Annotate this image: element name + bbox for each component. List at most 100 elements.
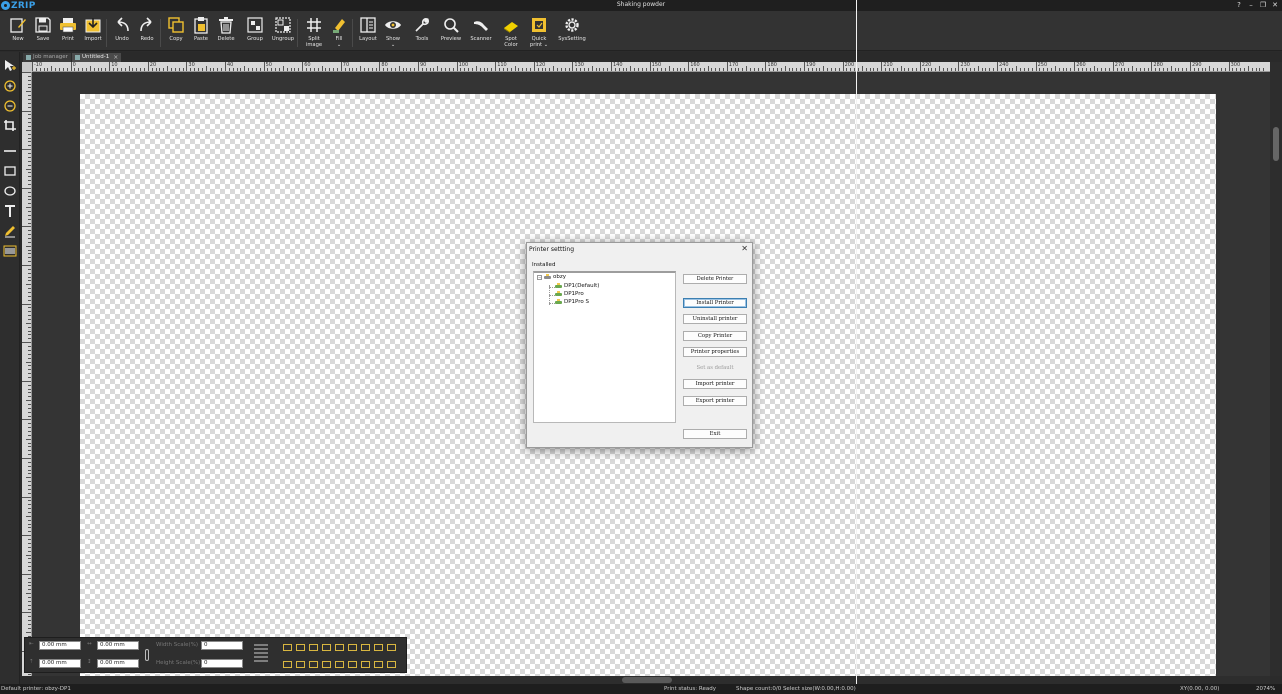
ellipse-tool[interactable] [3, 184, 17, 198]
tab-untitled-1[interactable]: Untitled-1 × [72, 53, 122, 62]
tree-node-printer[interactable]: DP1Pro [555, 291, 584, 297]
group-button[interactable]: Group [243, 16, 267, 50]
document-icon [75, 55, 80, 60]
ruler-tick [279, 68, 281, 71]
minimize-icon[interactable]: – [1247, 1, 1255, 9]
import-printer-button[interactable]: Import printer [683, 379, 747, 389]
sys-setting-button[interactable]: SysSetting [558, 16, 586, 50]
zoom-out-tool[interactable] [3, 99, 17, 113]
delete-button[interactable]: Delete [214, 16, 238, 50]
align-tool-icon[interactable] [385, 641, 396, 652]
ruler-tick [302, 62, 304, 71]
width-scale-field[interactable]: 0 [201, 641, 243, 650]
ruler-tick [22, 110, 31, 112]
dialog-close-icon[interactable]: ✕ [741, 244, 748, 253]
line-icon [4, 150, 16, 152]
tab-close-icon[interactable]: × [113, 53, 118, 62]
crop-tool[interactable] [3, 119, 17, 133]
paste-button[interactable]: Paste [189, 16, 213, 50]
align-tool-icon[interactable] [294, 658, 305, 669]
printer-tree[interactable]: − obzy DP1(Default) DP1Pro DP1Pro S [533, 271, 676, 423]
line-tool[interactable] [3, 144, 17, 158]
y-position-field[interactable]: 0.00 mm [39, 659, 81, 668]
undo-button[interactable]: Undo [110, 16, 134, 50]
align-tool-icon[interactable] [320, 641, 331, 652]
align-tool-icon[interactable] [346, 641, 357, 652]
align-tool-icon[interactable] [333, 658, 344, 669]
quick-print-button[interactable]: Quick print ⌄ [527, 16, 551, 50]
ruler-tick [113, 68, 115, 71]
vertical-guide-line[interactable] [856, 0, 857, 694]
show-button[interactable]: Show ⌄ [381, 16, 405, 50]
align-tool-icon[interactable] [359, 641, 370, 652]
group-icon [247, 17, 263, 33]
set-default-button[interactable]: Set as default [683, 363, 747, 373]
tools-button[interactable]: Tools [410, 16, 434, 50]
delete-printer-button[interactable]: Delete Printer [683, 274, 747, 284]
tab-job-manager[interactable]: Job manager [23, 53, 71, 62]
align-tool-icon[interactable] [281, 658, 292, 669]
spot-color-button[interactable]: Spot Color [499, 16, 523, 50]
print-button[interactable]: Print [56, 16, 80, 50]
ruler-tick [1070, 68, 1072, 71]
import-button[interactable]: Import [81, 16, 105, 50]
zoom-in-tool[interactable] [3, 79, 17, 93]
collapse-icon[interactable]: − [537, 274, 542, 280]
ruler-tick [1201, 68, 1203, 71]
align-tool-icon[interactable] [372, 641, 383, 652]
align-tool-icon[interactable] [281, 641, 292, 652]
align-tool-icon[interactable] [333, 641, 344, 652]
align-tool-icon[interactable] [307, 641, 318, 652]
pen-tool[interactable] [3, 224, 17, 238]
vertical-scroll-thumb[interactable] [1273, 127, 1279, 161]
install-printer-button[interactable]: Install Printer [683, 298, 747, 308]
align-tool-icon[interactable] [346, 658, 357, 669]
export-printer-button[interactable]: Export printer [683, 396, 747, 406]
align-tool-icon[interactable] [372, 658, 383, 669]
printer-properties-button[interactable]: Printer properties [683, 347, 747, 357]
exit-button[interactable]: Exit [683, 429, 747, 439]
tree-node-root[interactable]: − obzy [537, 274, 566, 280]
ruler-tick [776, 68, 778, 71]
layout-button[interactable]: Layout [356, 16, 380, 50]
help-icon[interactable]: ? [1235, 1, 1243, 9]
ruler-tick [969, 68, 971, 71]
align-tool-icon[interactable] [359, 658, 370, 669]
width-field[interactable]: 0.00 mm [97, 641, 139, 650]
redo-button[interactable]: Redo [135, 16, 159, 50]
horizontal-scrollbar[interactable] [32, 676, 1270, 684]
rectangle-tool[interactable] [3, 164, 17, 178]
fill-button[interactable]: Fill ⌄ [327, 16, 351, 50]
select-tool[interactable] [3, 59, 17, 73]
height-scale-field[interactable]: 0 [201, 659, 243, 668]
align-tool-icon[interactable] [307, 658, 318, 669]
align-tool-icon[interactable] [385, 658, 396, 669]
tree-node-printer[interactable]: DP1Pro S [555, 299, 589, 305]
align-tool-icon[interactable] [320, 658, 331, 669]
height-field[interactable]: 0.00 mm [97, 659, 139, 668]
save-button[interactable]: Save [31, 16, 55, 50]
close-icon[interactable]: ✕ [1271, 1, 1279, 9]
x-position-field[interactable]: 0.00 mm [39, 641, 81, 650]
scanner-button[interactable]: Scanner [469, 16, 493, 50]
tree-node-printer[interactable]: DP1(Default) [555, 283, 599, 289]
vertical-ruler[interactable] [22, 72, 32, 676]
new-button[interactable]: New [6, 16, 30, 50]
split-image-button[interactable]: Split image [302, 16, 326, 50]
text-tool[interactable] [3, 204, 17, 218]
restore-icon[interactable]: ❐ [1259, 1, 1267, 9]
distribute-lines-icon[interactable] [253, 642, 269, 668]
ruler-tick [780, 68, 782, 71]
horizontal-ruler[interactable]: -10 0 10 20 30 40 50 60 70 80 90 100 110 120 130 140 150… [32, 62, 1270, 72]
copy-printer-button[interactable]: Copy Printer [683, 331, 747, 341]
ruler-tick [661, 68, 663, 71]
barcode-tool[interactable] [3, 244, 17, 258]
preview-button[interactable]: Preview [439, 16, 463, 50]
lock-ratio-icon[interactable] [145, 649, 149, 661]
uninstall-printer-button[interactable]: Uninstall printer [683, 314, 747, 324]
ungroup-button[interactable]: Ungroup [271, 16, 295, 50]
align-tool-icon[interactable] [294, 641, 305, 652]
horizontal-scroll-thumb[interactable] [622, 677, 672, 683]
copy-button[interactable]: Copy [164, 16, 188, 50]
vertical-scrollbar[interactable] [1270, 62, 1282, 676]
